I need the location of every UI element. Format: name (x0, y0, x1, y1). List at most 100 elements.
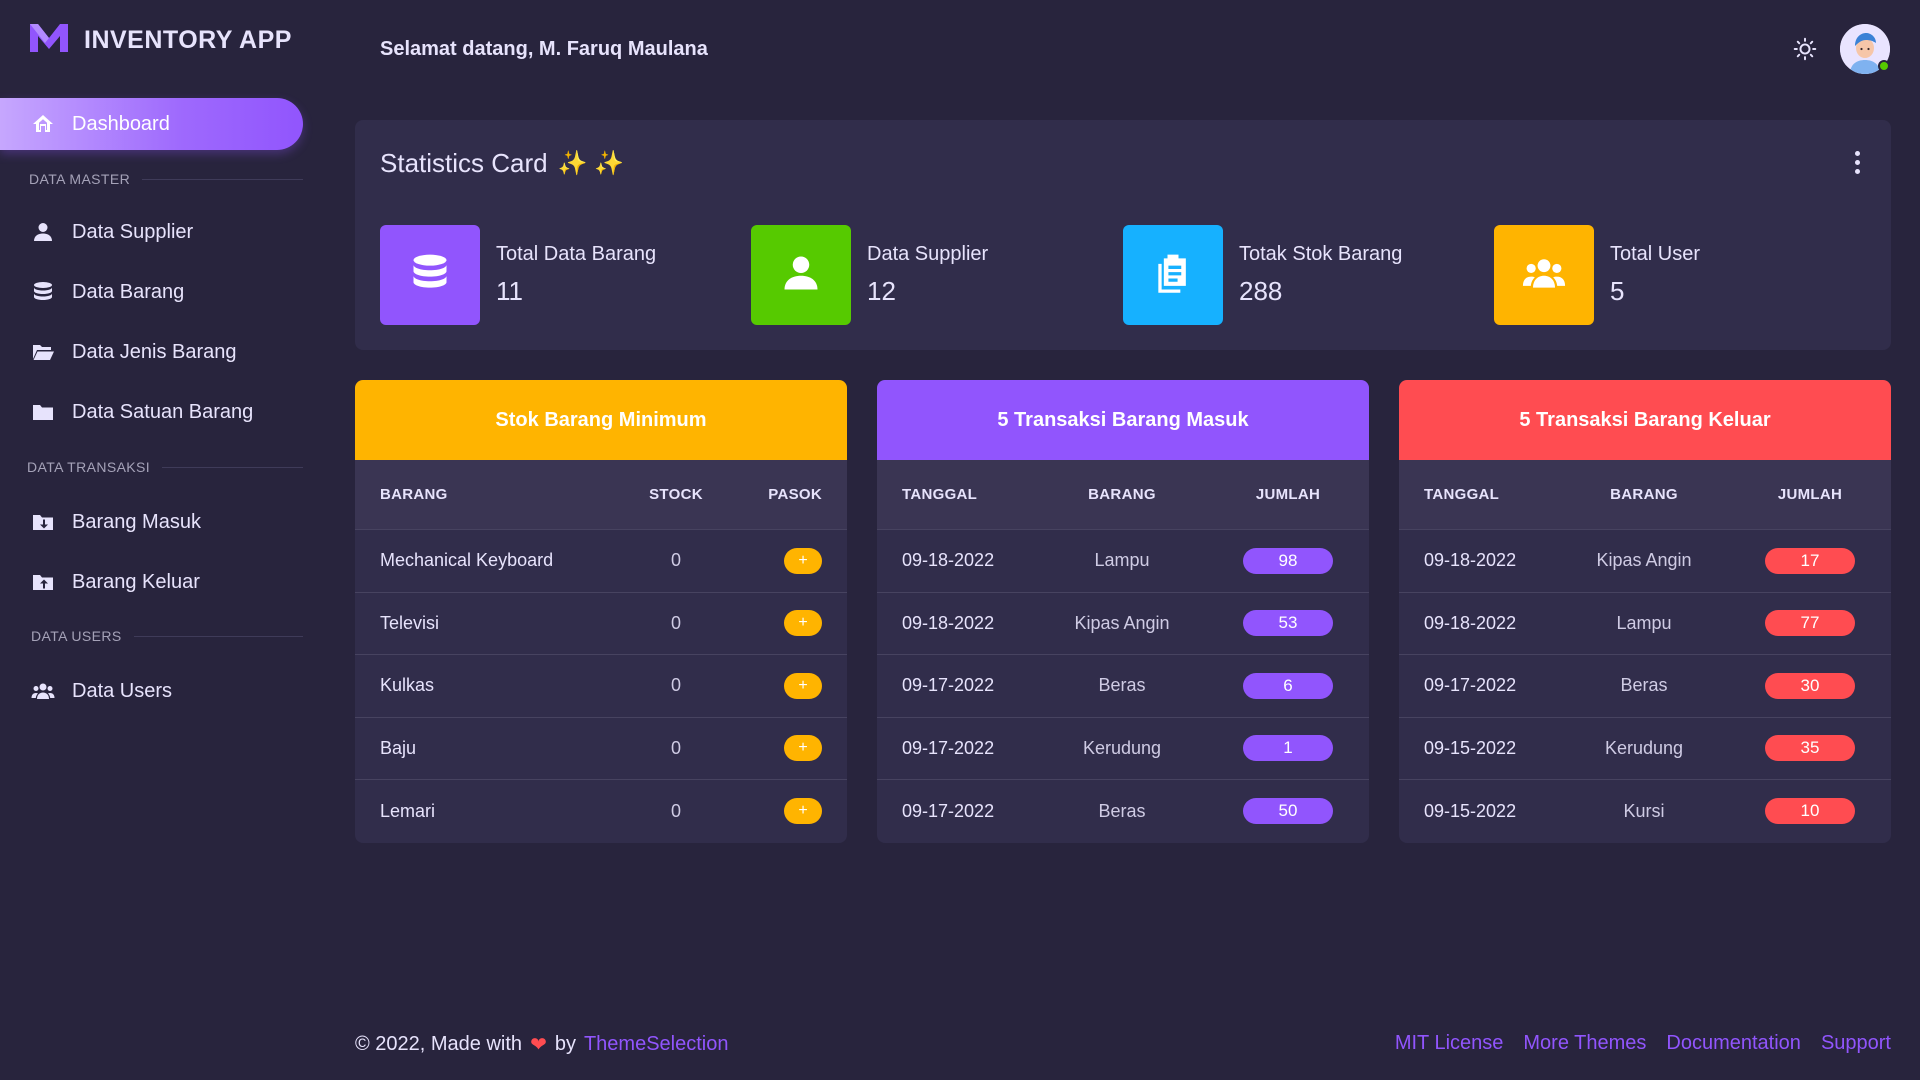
column-header: TANGGAL (1424, 486, 1500, 503)
section-title: DATA TRANSAKSI (27, 459, 151, 475)
cell-barang: Baju (380, 737, 417, 758)
footer-link-support[interactable]: Support (1821, 1032, 1891, 1055)
sidebar: INVENTORY APP Dashboard DATA MASTER Data… (0, 0, 310, 1080)
pasok-add-button[interactable]: + (784, 610, 822, 637)
stat-label: Total User (1610, 243, 1701, 265)
user-avatar[interactable] (1840, 24, 1890, 74)
more-options-button[interactable] (1845, 148, 1869, 176)
table-header: TANGGAL BARANG JUMLAH (1399, 460, 1891, 530)
table-row: 09-15-2022 Kerudung 35 (1399, 718, 1891, 780)
cell-tanggal: 09-18-2022 (1424, 550, 1517, 571)
barang-keluar-title: 5 Transaksi Barang Keluar (1399, 380, 1891, 460)
cell-tanggal: 09-18-2022 (1424, 612, 1517, 633)
cell-tanggal: 09-15-2022 (1424, 800, 1517, 821)
cell-barang: Kulkas (380, 675, 435, 696)
table-row: 09-18-2022 Lampu 77 (1399, 593, 1891, 655)
cell-barang: Lampu (1616, 612, 1672, 633)
cell-pasok: + (732, 735, 822, 762)
sidebar-item-label: Data Jenis Barang (72, 340, 237, 363)
cell-barang: Kursi (1623, 800, 1665, 821)
stat-value: 11 (496, 276, 523, 306)
database-icon (30, 279, 56, 305)
pasok-add-button[interactable]: + (784, 798, 822, 825)
cell-barang: Beras (1620, 675, 1668, 696)
stat-total-stok-barang: Totak Stok Barang 288 (1123, 225, 1402, 325)
column-header: JUMLAH (1255, 486, 1321, 503)
cell-barang: Mechanical Keyboard (380, 550, 554, 571)
stat-icon-box (380, 225, 480, 325)
stat-icon-box (1494, 225, 1594, 325)
table-row: 09-17-2022 Kerudung 1 (877, 718, 1369, 780)
stat-total-user: Total User 5 (1494, 225, 1700, 325)
footer-link-mit-license[interactable]: MIT License (1395, 1032, 1504, 1055)
welcome-text: Selamat datang, M. Faruq Maulana (380, 38, 708, 60)
folder-download-icon (30, 509, 56, 535)
cell-jumlah: 35 (1724, 735, 1866, 762)
sidebar-item-barang-keluar[interactable]: Barang Keluar (0, 558, 303, 606)
sidebar-item-data-satuan-barang[interactable]: Data Satuan Barang (0, 388, 303, 436)
folder-upload-icon (30, 569, 56, 595)
sidebar-item-data-jenis-barang[interactable]: Data Jenis Barang (0, 328, 303, 376)
jumlah-badge: 98 (1243, 547, 1333, 574)
cell-stock: 0 (670, 612, 681, 633)
table-header: TANGGAL BARANG JUMLAH (877, 460, 1369, 530)
cell-tanggal: 09-15-2022 (1424, 737, 1517, 758)
sidebar-item-label: Barang Keluar (72, 570, 200, 593)
footer-link-more-themes[interactable]: More Themes (1523, 1032, 1646, 1055)
sidebar-item-data-barang[interactable]: Data Barang (0, 268, 303, 316)
section-data-transaksi: DATA TRANSAKSI (27, 457, 303, 477)
statistics-card: Statistics Card ✨ ✨ Total Data Barang 11… (355, 120, 1891, 350)
theme-toggle-button[interactable] (1790, 36, 1820, 66)
jumlah-badge: 77 (1765, 610, 1855, 637)
cell-stock: 0 (670, 737, 681, 758)
sidebar-item-dashboard[interactable]: Dashboard (0, 98, 303, 150)
pasok-add-button[interactable]: + (784, 735, 822, 762)
column-header: TANGGAL (902, 486, 978, 503)
cell-jumlah: 98 (1202, 547, 1344, 574)
sidebar-item-label: Data Users (72, 679, 173, 702)
database-icon (408, 251, 452, 300)
cell-pasok: + (732, 798, 822, 825)
stat-label: Total Data Barang (496, 243, 657, 265)
folder-open-icon (30, 339, 56, 365)
cell-pasok: + (732, 672, 822, 699)
footer-author-link[interactable]: ThemeSelection (584, 1033, 729, 1056)
column-header: BARANG (380, 486, 448, 503)
table-row: Baju 0 + (355, 718, 847, 780)
cell-jumlah: 6 (1202, 672, 1344, 699)
cell-barang: Kipas Angin (1596, 550, 1692, 571)
stat-data-supplier: Data Supplier 12 (751, 225, 988, 325)
cell-barang: Kerudung (1082, 737, 1162, 758)
stok-minimum-card: Stok Barang Minimum BARANG STOCK PASOK M… (355, 380, 847, 843)
sparkles-icon: ✨ ✨ (557, 150, 625, 177)
cell-barang: Lemari (380, 800, 436, 821)
table-row: 09-17-2022 Beras 6 (877, 655, 1369, 718)
pasok-add-button[interactable]: + (784, 672, 822, 699)
stat-value: 288 (1239, 276, 1283, 306)
kebab-menu-icon (1854, 150, 1860, 174)
table-row: Televisi 0 + (355, 593, 847, 655)
cell-jumlah: 50 (1202, 798, 1344, 825)
sun-icon (1792, 36, 1818, 67)
cell-tanggal: 09-17-2022 (902, 737, 995, 758)
brand[interactable]: INVENTORY APP (28, 22, 292, 58)
cell-jumlah: 53 (1202, 610, 1344, 637)
cell-barang: Kerudung (1604, 737, 1684, 758)
cell-barang: Beras (1098, 675, 1146, 696)
sidebar-item-barang-masuk[interactable]: Barang Masuk (0, 498, 303, 546)
jumlah-badge: 35 (1765, 735, 1855, 762)
jumlah-badge: 6 (1243, 672, 1333, 699)
home-icon (30, 111, 56, 137)
stat-label: Data Supplier (867, 243, 989, 265)
sidebar-item-data-users[interactable]: Data Users (0, 667, 303, 715)
sidebar-item-data-supplier[interactable]: Data Supplier (0, 208, 303, 256)
section-title: DATA USERS (31, 628, 122, 644)
footer-prefix: © 2022, Made with (355, 1033, 523, 1055)
column-header: PASOK (768, 486, 822, 503)
app-title: INVENTORY APP (84, 25, 292, 54)
section-title: DATA MASTER (29, 171, 131, 187)
pasok-add-button[interactable]: + (784, 547, 822, 574)
cell-barang: Televisi (380, 612, 440, 633)
statistics-title-text: Statistics Card (380, 148, 548, 178)
footer-link-documentation[interactable]: Documentation (1666, 1032, 1801, 1055)
